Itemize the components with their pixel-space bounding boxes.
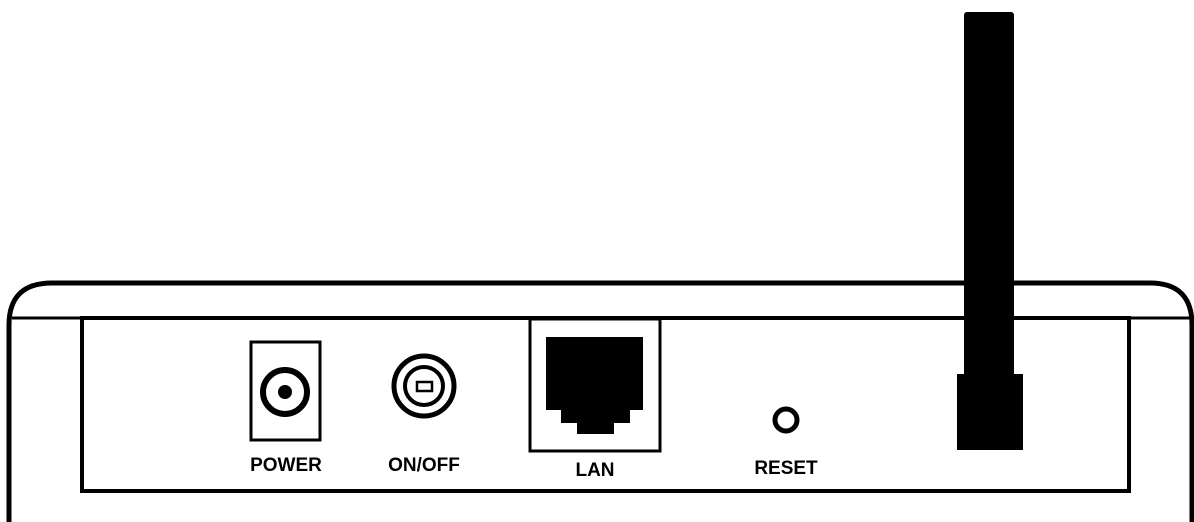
ethernet-port-icon[interactable]: [528, 317, 662, 453]
lan-label: LAN: [575, 460, 614, 481]
power-label: POWER: [250, 455, 322, 476]
power-switch-icon[interactable]: [391, 353, 457, 419]
onoff-label: ON/OFF: [388, 455, 460, 476]
antenna-icon: [957, 12, 1023, 450]
reset-label: RESET: [754, 458, 818, 479]
power-jack-icon[interactable]: [249, 340, 322, 442]
router-rear-panel-diagram: POWER ON/OFF LAN RESET: [6, 12, 1194, 522]
reset-pinhole-icon[interactable]: [772, 406, 800, 434]
